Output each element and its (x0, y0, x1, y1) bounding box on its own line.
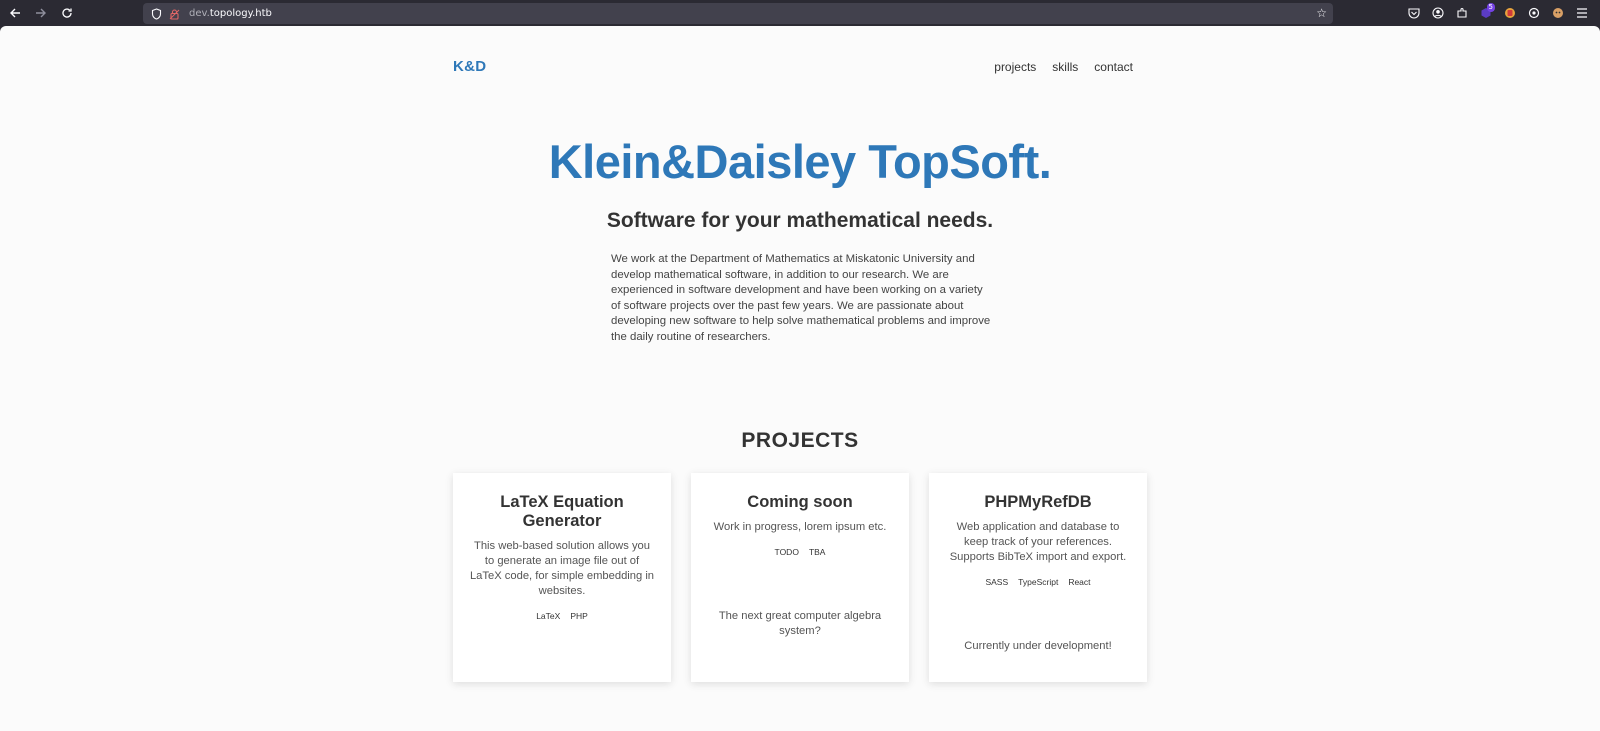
lock-insecure-icon[interactable] (167, 7, 181, 21)
project-title: Coming soon (747, 493, 853, 511)
project-card: Coming soon Work in progress, lorem ipsu… (691, 473, 909, 682)
extension-cube-icon[interactable]: 5 (1474, 0, 1498, 26)
reload-icon[interactable] (58, 4, 76, 22)
hero-subtitle: Software for your mathematical needs. (606, 209, 994, 232)
project-tag: LaTeX (536, 611, 561, 621)
url-subdomain: dev. (189, 8, 210, 19)
extensions-icon[interactable] (1450, 0, 1474, 26)
extension-red-icon[interactable] (1498, 0, 1522, 26)
project-title: PHPMyRefDB (984, 493, 1092, 511)
project-tag: React (1068, 577, 1091, 587)
nav-link-projects[interactable]: projects (994, 60, 1036, 74)
url-bar[interactable]: dev.topology.htb ☆ (143, 3, 1333, 24)
url-text: dev.topology.htb (189, 8, 272, 19)
intro-paragraph: We work at the Department of Mathematics… (611, 253, 991, 343)
profile-avatar-icon[interactable] (1546, 0, 1570, 26)
project-tag: PHP (570, 611, 588, 621)
project-tag: TODO (774, 547, 799, 557)
shield-icon[interactable] (149, 7, 163, 21)
project-description: This web-based solution allows you to ge… (469, 540, 655, 597)
site-logo[interactable]: K&D (453, 58, 486, 75)
site-header: K&D projects skills contact (453, 58, 1133, 84)
project-description: Work in progress, lorem ipsum etc. (713, 521, 887, 533)
extension-gear-icon[interactable] (1522, 0, 1546, 26)
project-tags: LaTeX PHP (469, 611, 655, 621)
project-tag: TypeScript (1018, 577, 1059, 587)
account-icon[interactable] (1426, 0, 1450, 26)
project-footer: The next great computer algebra system? (718, 610, 882, 637)
forward-arrow-icon[interactable] (32, 4, 50, 22)
site-nav: projects skills contact (994, 60, 1133, 74)
project-footer: Currently under development! (964, 640, 1112, 652)
url-domain: topology.htb (209, 8, 272, 19)
pocket-icon[interactable] (1402, 0, 1426, 26)
project-tag: TBA (808, 547, 826, 557)
extension-badge: 5 (1486, 3, 1495, 12)
project-tags: TODO TBA (707, 547, 893, 557)
bookmark-star-icon[interactable]: ☆ (1316, 6, 1327, 20)
nav-link-contact[interactable]: contact (1094, 60, 1133, 74)
hero-title: Klein&Daisley TopSoft. (548, 135, 1052, 188)
projects-heading: PROJECTS (741, 429, 859, 452)
project-card: LaTeX Equation Generator This web-based … (453, 473, 671, 682)
project-tags: SASS TypeScript React (945, 577, 1131, 587)
browser-toolbar: dev.topology.htb ☆ 5 (0, 0, 1600, 26)
project-description: Web application and database to keep tra… (949, 521, 1127, 563)
project-title: LaTeX Equation Generator (500, 493, 624, 530)
hamburger-menu-icon[interactable] (1570, 0, 1594, 26)
project-tag: SASS (985, 577, 1009, 587)
nav-link-skills[interactable]: skills (1052, 60, 1078, 74)
project-card: PHPMyRefDB Web application and database … (929, 473, 1147, 682)
page-viewport: K&D projects skills contact Klein&Daisle… (0, 26, 1600, 731)
back-arrow-icon[interactable] (6, 4, 24, 22)
